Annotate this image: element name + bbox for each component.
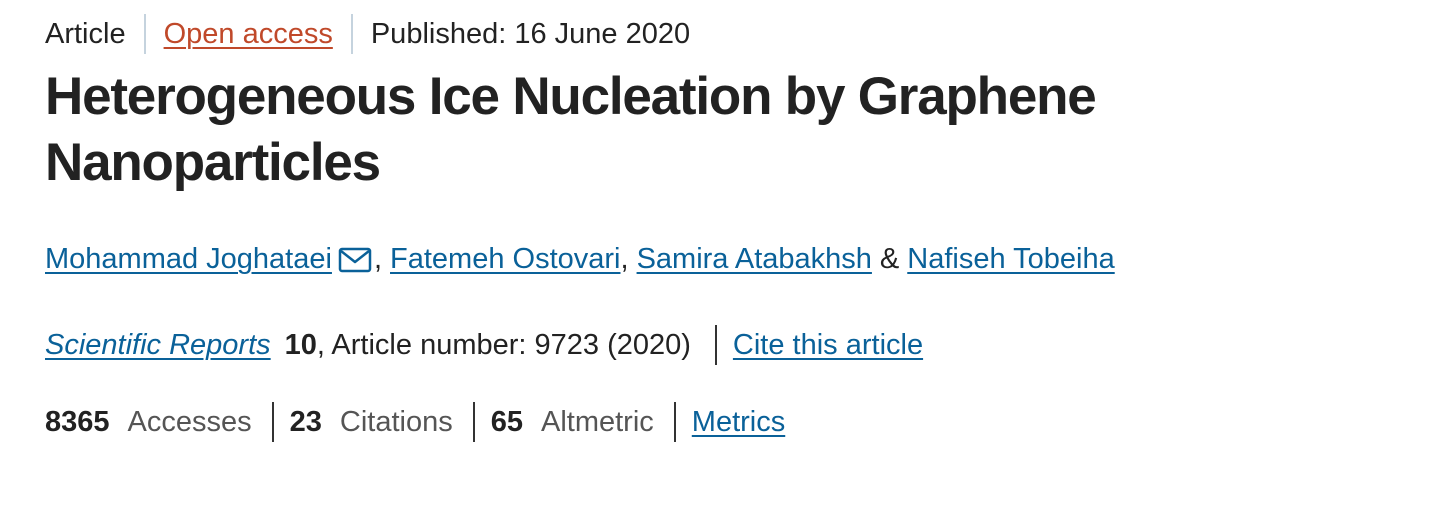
author-list: Mohammad Joghataei , Fatemeh Ostovari , … — [45, 239, 1425, 279]
citation-line: Scientific Reports 10 , Article number: … — [45, 325, 1425, 365]
metrics-row: 8365 Accesses 23 Citations 65 Altmetric … — [45, 402, 1425, 442]
citations-count: 23 — [289, 406, 322, 438]
altmetric-count: 65 — [490, 406, 523, 438]
meta-divider — [143, 14, 146, 54]
title-line-1: Heterogeneous Ice Nucleation by Graphene — [45, 67, 1097, 126]
metrics-link[interactable]: Metrics — [692, 402, 785, 442]
author-link-3[interactable]: Samira Atabakhsh — [637, 239, 872, 279]
metrics-divider — [271, 402, 274, 442]
envelope-icon[interactable] — [338, 244, 372, 273]
journal-volume: 10 — [284, 329, 317, 361]
accesses-label: Accesses — [127, 406, 252, 438]
author-link-2[interactable]: Fatemeh Ostovari — [390, 239, 620, 279]
metrics-divider — [472, 402, 475, 442]
article-type: Article — [45, 18, 126, 50]
author-comma: , — [373, 243, 383, 275]
article-title: Heterogeneous Ice Nucleation by Graphene… — [45, 64, 1425, 196]
author-link-4[interactable]: Nafiseh Tobeiha — [907, 239, 1114, 279]
accesses-count: 8365 — [45, 406, 110, 438]
article-meta-row: Article Open access Published: 16 June 2… — [45, 14, 1425, 54]
citation-divider — [714, 325, 717, 365]
published-date: Published: 16 June 2020 — [370, 18, 691, 50]
metrics-divider — [673, 402, 676, 442]
citations-label: Citations — [339, 406, 453, 438]
article-header: Article Open access Published: 16 June 2… — [45, 14, 1425, 442]
author-link-1[interactable]: Mohammad Joghataei — [45, 239, 332, 279]
journal-link[interactable]: Scientific Reports — [45, 325, 271, 365]
author-comma: , — [620, 243, 629, 275]
altmetric-label: Altmetric — [540, 406, 654, 438]
author-ampersand: & — [879, 243, 900, 275]
title-line-2: Nanoparticles — [45, 133, 381, 192]
cite-article-link[interactable]: Cite this article — [733, 325, 923, 365]
citation-details: , Article number: 9723 (2020) — [316, 329, 691, 361]
open-access-link[interactable]: Open access — [164, 14, 333, 54]
meta-divider — [350, 14, 353, 54]
